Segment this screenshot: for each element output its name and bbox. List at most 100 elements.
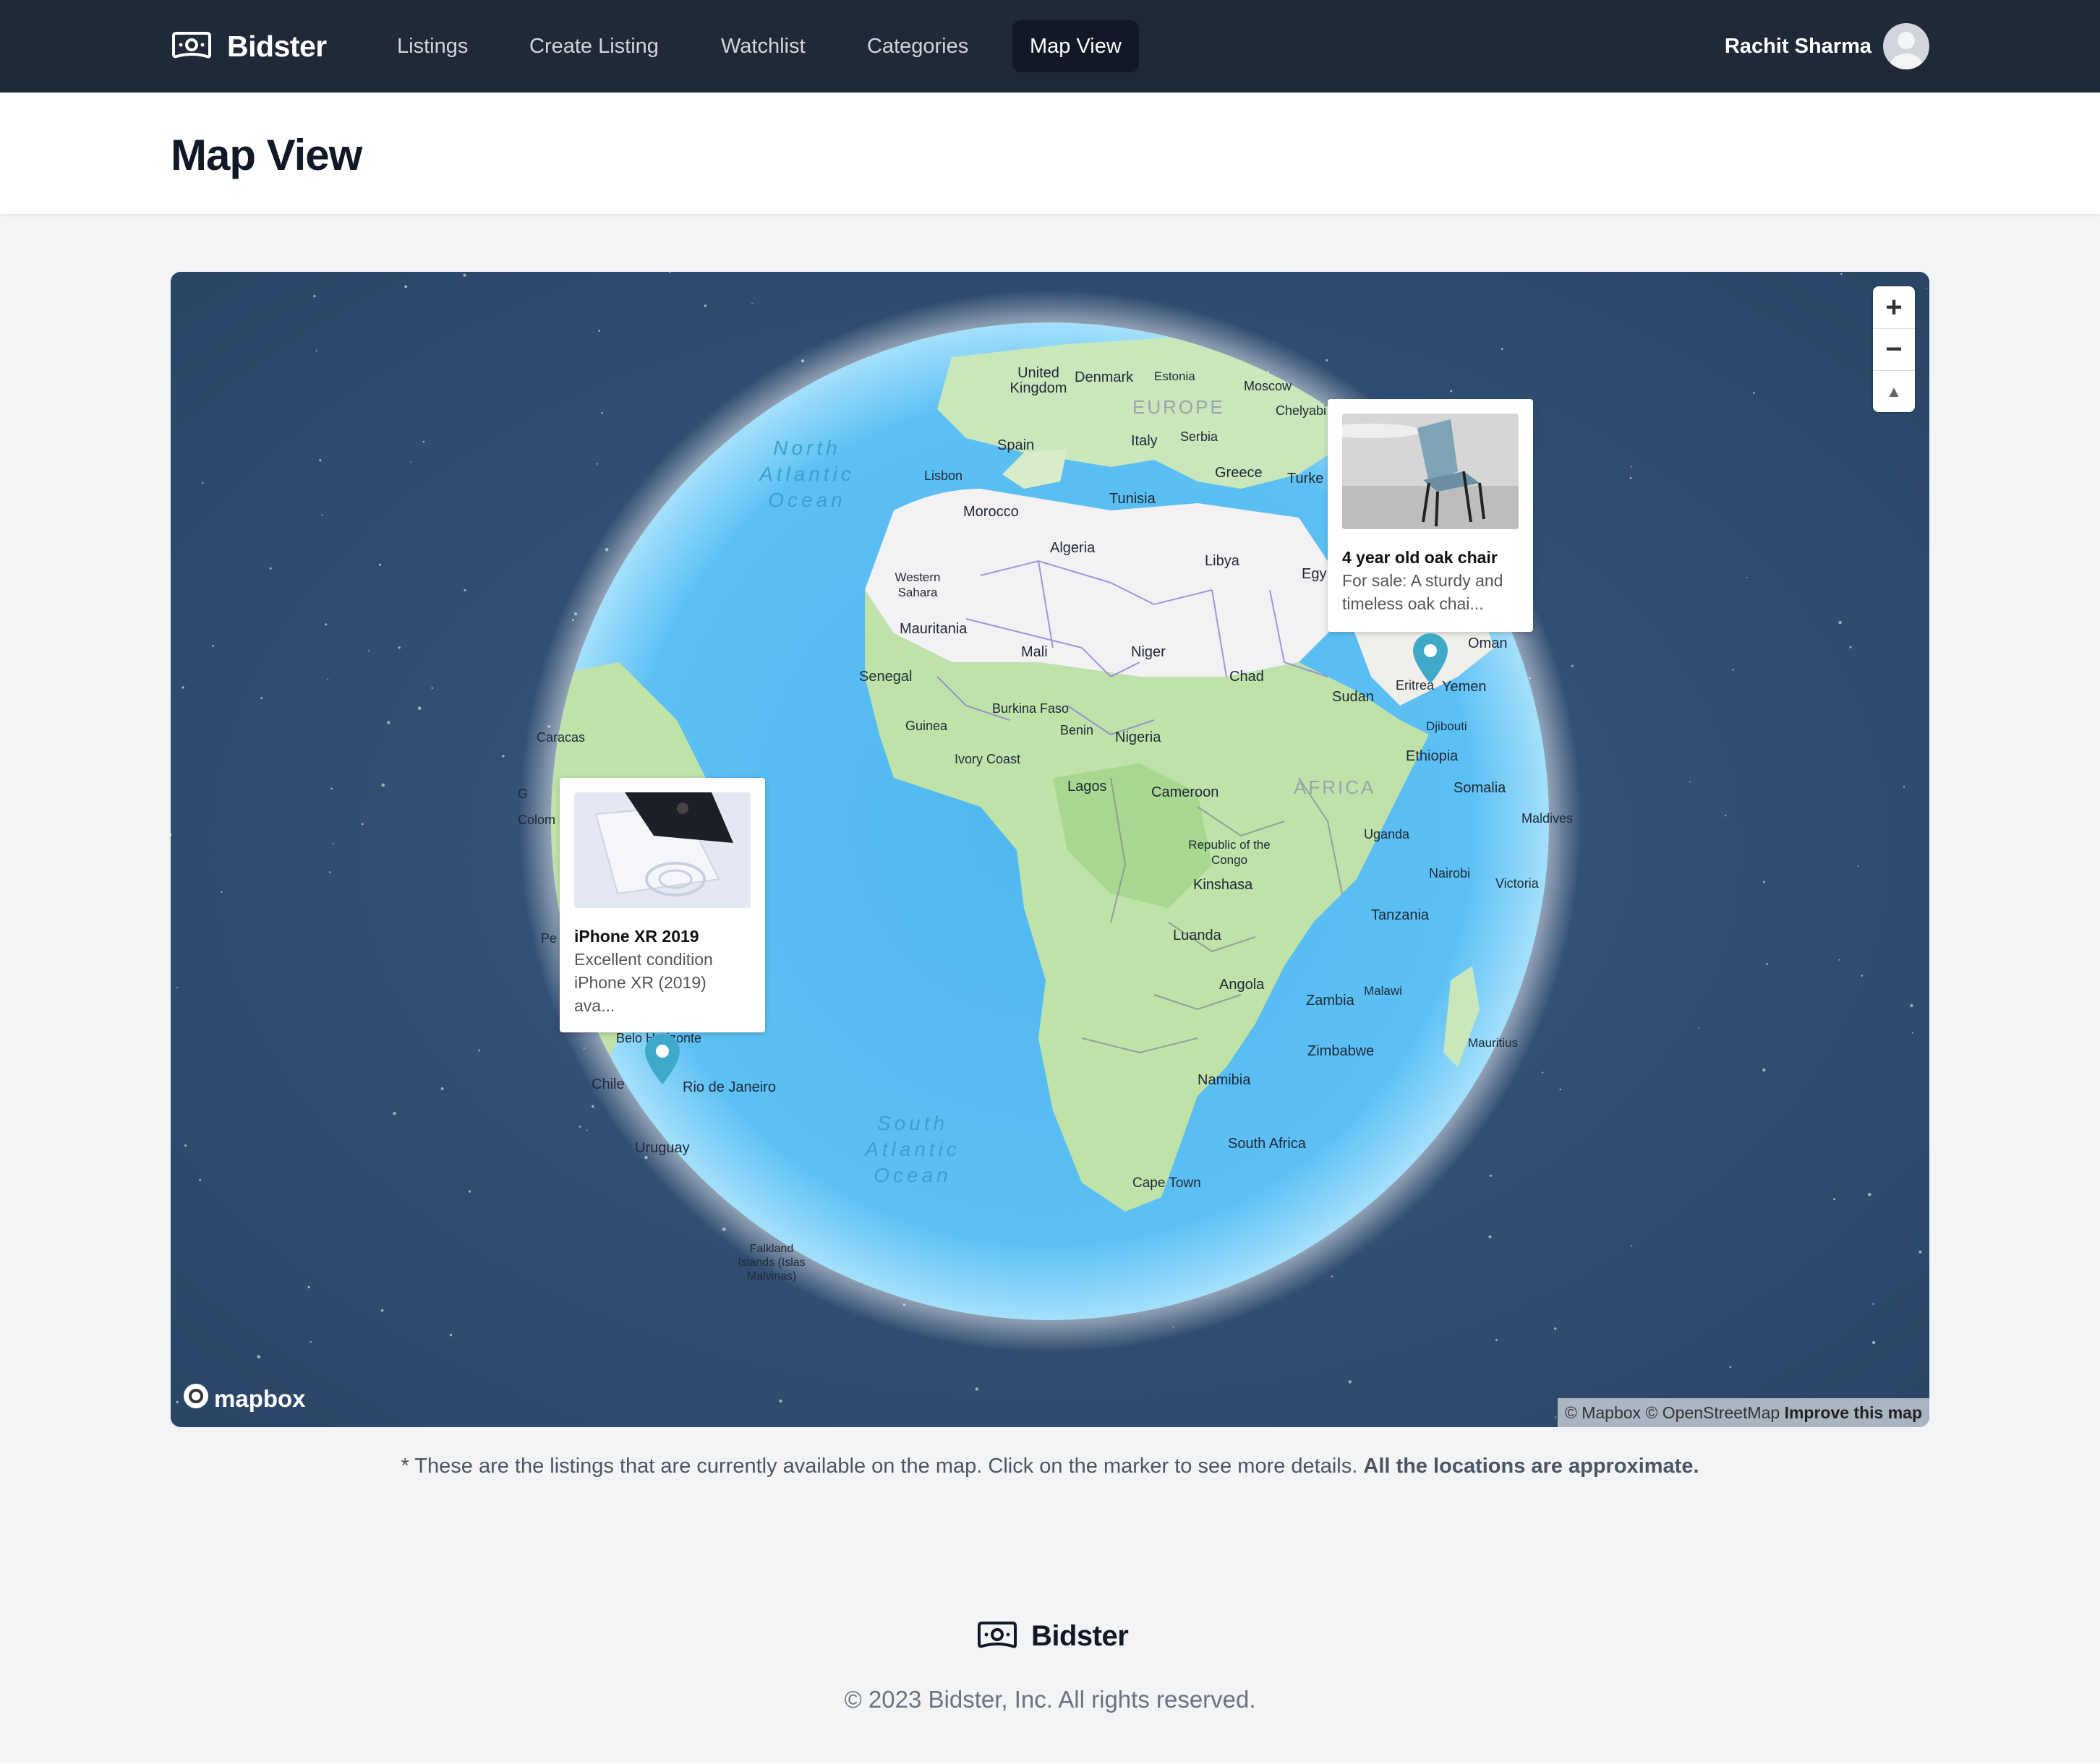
map-label: Greece xyxy=(1215,465,1263,481)
mapbox-logo[interactable]: mapbox xyxy=(182,1382,306,1416)
top-navbar: Bidster Listings Create Listing Watchlis… xyxy=(0,0,2100,93)
map-label: Colom xyxy=(518,813,556,827)
popup-description: For sale: A sturdy and timeless oak chai… xyxy=(1342,571,1503,613)
map-label: Libya xyxy=(1205,553,1239,569)
map-label: Uruguay xyxy=(635,1140,690,1156)
map-footnote-bold: All the locations are approximate. xyxy=(1363,1455,1699,1478)
map-label: Senegal xyxy=(859,669,913,685)
mapbox-logo-icon xyxy=(182,1382,210,1416)
map-label: G xyxy=(518,787,529,801)
map-label: Falkland Islands (Islas Malvinas) xyxy=(738,1243,806,1283)
map-label: Ethiopia xyxy=(1406,748,1459,764)
money-bill-icon xyxy=(976,1620,1018,1653)
compass-reset-button[interactable]: ▲ xyxy=(1873,370,1915,412)
map-label: Namibia xyxy=(1198,1072,1251,1088)
user-avatar[interactable] xyxy=(1883,23,1929,69)
map-label: Mauritania xyxy=(900,621,968,637)
map-label: Chile xyxy=(592,1076,625,1092)
map-label: Algeria xyxy=(1050,540,1096,556)
map-label: South Africa xyxy=(1228,1136,1306,1152)
map-label: Cameroon xyxy=(1151,784,1219,800)
map-label: Spain xyxy=(997,437,1035,453)
map-label: Victoria xyxy=(1495,876,1539,891)
map-label: Tanzania xyxy=(1371,907,1430,923)
map-label: Denmark xyxy=(1075,369,1134,385)
map-label: Mali xyxy=(1021,644,1048,660)
map-label: Republic of the Congo xyxy=(1188,838,1271,867)
map-label: Uganda xyxy=(1364,827,1410,842)
footer-brand-name: Bidster xyxy=(1031,1619,1129,1652)
map-label: Rio de Janeiro xyxy=(683,1079,776,1095)
improve-map-link[interactable]: Improve this map xyxy=(1785,1403,1922,1422)
map-label: Somalia xyxy=(1454,780,1506,796)
map-label: Benin xyxy=(1060,723,1094,737)
map-canvas[interactable]: North Atlantic Ocean South Atlantic Ocean EU… xyxy=(171,272,1929,1427)
map-label: Morocco xyxy=(963,504,1019,520)
map-label: Turke xyxy=(1287,471,1324,487)
map-marker-chair[interactable] xyxy=(1410,632,1451,685)
region-label-africa: AFRICA xyxy=(1294,776,1376,798)
map-marker-iphone[interactable] xyxy=(642,1032,683,1086)
osm-attribution-link[interactable]: © OpenStreetMap xyxy=(1645,1403,1780,1422)
map-label: Chad xyxy=(1229,669,1264,685)
footer-brand[interactable]: Bidster xyxy=(976,1618,1129,1654)
page-header: Map View xyxy=(0,93,2100,214)
map-label: Lisbon xyxy=(924,468,963,483)
ocean-label-north-atlantic: North Atlantic Ocean xyxy=(759,437,855,511)
map-label: Zambia xyxy=(1306,993,1354,1009)
map-label: Estonia xyxy=(1154,369,1195,383)
map-label: Mauritius xyxy=(1468,1036,1518,1050)
map-label: Djibouti xyxy=(1426,719,1467,733)
map-label: Zimbabwe xyxy=(1307,1043,1375,1059)
map-label: Italy xyxy=(1131,433,1158,449)
map-label: Sudan xyxy=(1332,689,1374,705)
nav-link-map-view[interactable]: Map View xyxy=(1012,20,1139,72)
map-attribution: © Mapbox © OpenStreetMap Improve this ma… xyxy=(1557,1398,1929,1427)
map-label: Kinshasa xyxy=(1193,877,1253,893)
map-label: Cape Town xyxy=(1132,1176,1201,1191)
map-footnote-text: * These are the listings that are curren… xyxy=(401,1455,1358,1478)
map-label: Nigeria xyxy=(1115,729,1161,745)
popup-title: iPhone XR 2019 xyxy=(574,927,699,946)
popup-description: Excellent condition iPhone XR (2019) ava… xyxy=(574,950,713,1015)
brand-logo-link[interactable]: Bidster xyxy=(171,26,327,67)
region-label-europe: EUROPE xyxy=(1132,396,1225,418)
footer-copyright: © 2023 Bidster, Inc. All rights reserved… xyxy=(844,1686,1256,1713)
nav-link-create-listing[interactable]: Create Listing xyxy=(512,20,676,72)
map-label: Oman xyxy=(1468,635,1508,651)
listing-image-chair xyxy=(1342,414,1519,529)
mapbox-attribution-link[interactable]: © Mapbox xyxy=(1565,1403,1641,1422)
nav-link-watchlist[interactable]: Watchlist xyxy=(704,20,823,72)
map-label: Burkina Faso xyxy=(992,701,1070,716)
page-title: Map View xyxy=(171,131,362,179)
money-bill-icon xyxy=(171,30,213,63)
listing-popup-iphone[interactable]: iPhone XR 2019 Excellent condition iPhon… xyxy=(560,778,765,1032)
globe-map-graphic xyxy=(171,272,1929,1427)
brand-name: Bidster xyxy=(227,29,327,63)
map-label: Angola xyxy=(1219,977,1265,993)
nav-link-listings[interactable]: Listings xyxy=(380,20,485,72)
ocean-label-south-atlantic: South Atlantic Ocean xyxy=(865,1112,960,1186)
zoom-out-button[interactable]: − xyxy=(1873,328,1915,370)
map-label: Tunisia xyxy=(1109,491,1156,507)
map-label: Guinea xyxy=(905,719,948,733)
mapbox-logo-text: mapbox xyxy=(214,1385,306,1412)
map-footnote: * These are the listings that are curren… xyxy=(0,1455,2100,1478)
zoom-in-button[interactable]: + xyxy=(1873,286,1915,328)
listing-image-iphone xyxy=(574,792,751,908)
map-label: Egy xyxy=(1302,566,1327,582)
map-label: Western Sahara xyxy=(895,570,941,599)
map-label: Maldives xyxy=(1521,811,1574,826)
map-label: Pe xyxy=(541,931,558,946)
user-name[interactable]: Rachit Sharma xyxy=(1725,20,1871,72)
map-label: Moscow xyxy=(1244,379,1292,393)
map-zoom-controls: + − ▲ xyxy=(1873,286,1915,412)
map-label: United Kingdom xyxy=(1010,365,1067,396)
map-label: Ivory Coast xyxy=(955,752,1021,766)
map-label: Niger xyxy=(1131,644,1166,660)
popup-title: 4 year old oak chair xyxy=(1342,548,1498,567)
nav-link-categories[interactable]: Categories xyxy=(850,20,986,72)
listing-popup-chair[interactable]: 4 year old oak chair For sale: A sturdy … xyxy=(1328,399,1533,632)
map-label: Lagos xyxy=(1067,779,1107,795)
map-label: Nairobi xyxy=(1429,866,1471,881)
